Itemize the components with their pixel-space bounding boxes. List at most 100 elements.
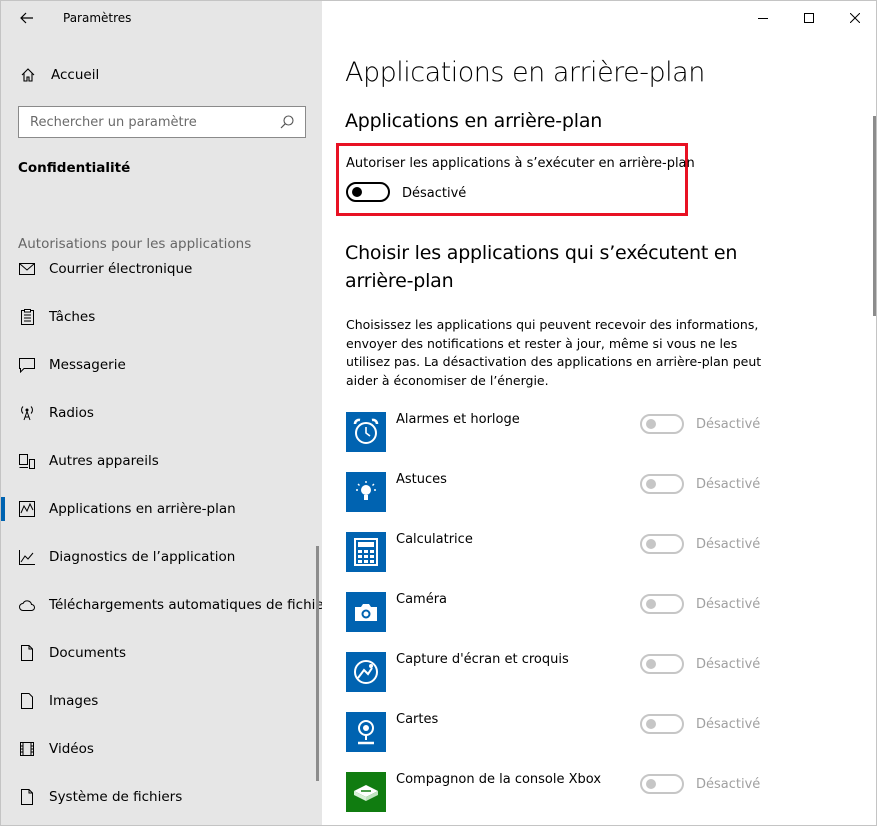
cloud-icon: [19, 597, 35, 613]
sidebar-item-label: Radios: [49, 405, 94, 421]
app-row-camera: Caméra Désactivé: [346, 592, 846, 632]
sidebar: Paramètres Accueil Confidentialité Autor…: [1, 1, 322, 825]
app-toggle[interactable]: [640, 594, 684, 614]
sidebar-item-label: Téléchargements automatiques de fichiers: [49, 597, 322, 613]
toggle-knob: [646, 419, 656, 429]
app-name: Caméra: [396, 592, 448, 607]
choose-apps-description: Choisissez les applications qui peuvent …: [346, 317, 762, 388]
toggle-knob: [646, 599, 656, 609]
minimize-button[interactable]: [740, 1, 786, 35]
sidebar-item-radios[interactable]: Radios: [1, 393, 322, 433]
sidebar-item-label: Tâches: [49, 309, 96, 325]
app-name: Alarmes et horloge: [396, 412, 520, 427]
app-row-calculator: Calculatrice Désactivé: [346, 532, 846, 572]
document-icon: [19, 645, 35, 661]
app-name: Capture d'écran et croquis: [396, 652, 569, 667]
sidebar-item-background-apps[interactable]: Applications en arrière-plan: [1, 489, 322, 529]
app-name: Compagnon de la console Xbox: [396, 772, 602, 787]
maps-icon: [346, 712, 386, 752]
app-state: Désactivé: [696, 597, 761, 612]
sidebar-item-images[interactable]: Images: [1, 681, 322, 721]
home-icon: [21, 68, 35, 82]
content-scrollbar[interactable]: [873, 116, 876, 316]
app-toggle[interactable]: [640, 714, 684, 734]
sidebar-item-diagnostics[interactable]: Diagnostics de l’application: [1, 537, 322, 577]
sidebar-scrollbar[interactable]: [316, 546, 319, 781]
page-title: Applications en arrière-plan: [345, 57, 705, 88]
maximize-icon: [804, 13, 814, 23]
allow-background-label: Autoriser les applications à s’exécuter …: [346, 156, 695, 171]
sidebar-item-label: Courrier électronique: [49, 261, 193, 277]
allow-background-toggle[interactable]: [346, 182, 390, 202]
app-state: Désactivé: [696, 477, 761, 492]
search-box[interactable]: [18, 106, 306, 138]
section-title: Confidentialité: [18, 160, 131, 176]
toggle-knob: [352, 187, 362, 197]
sidebar-item-label: Système de fichiers: [49, 789, 183, 805]
maximize-button[interactable]: [786, 1, 832, 35]
app-row-snip-sketch: Capture d'écran et croquis Désactivé: [346, 652, 846, 692]
app-toggle[interactable]: [640, 534, 684, 554]
sidebar-item-other-devices[interactable]: Autres appareils: [1, 441, 322, 481]
search-input[interactable]: [19, 114, 277, 130]
app-toggle[interactable]: [640, 474, 684, 494]
devices-icon: [19, 453, 35, 469]
sidebar-item-auto-downloads[interactable]: Téléchargements automatiques de fichiers: [1, 585, 322, 625]
app-row-alarms: Alarmes et horloge Désactivé: [346, 412, 846, 452]
toggle-knob: [646, 479, 656, 489]
sidebar-item-label: Diagnostics de l’application: [49, 549, 236, 565]
sidebar-item-label: Messagerie: [49, 357, 126, 373]
image-icon: [19, 693, 35, 709]
app-row-maps: Cartes Désactivé: [346, 712, 846, 752]
close-icon: [850, 13, 860, 23]
sidebar-item-filesystem[interactable]: Système de fichiers: [1, 777, 322, 817]
sidebar-item-home[interactable]: Accueil: [1, 59, 322, 91]
sidebar-item-messaging[interactable]: Messagerie: [1, 345, 322, 385]
toggle-knob: [646, 539, 656, 549]
messaging-icon: [19, 357, 35, 373]
app-state: Désactivé: [696, 777, 761, 792]
xbox-icon: [346, 772, 386, 812]
filesystem-icon: [19, 789, 35, 805]
caption-buttons: [740, 1, 876, 35]
home-label: Accueil: [51, 67, 100, 83]
toggle-knob: [646, 659, 656, 669]
calculator-icon: [346, 532, 386, 572]
app-state: Désactivé: [696, 717, 761, 732]
minimize-icon: [758, 18, 768, 19]
toggle-knob: [646, 779, 656, 789]
app-state: Désactivé: [696, 537, 761, 552]
app-toggle[interactable]: [640, 414, 684, 434]
app-row-tips: Astuces Désactivé: [346, 472, 846, 512]
app-toggle[interactable]: [640, 774, 684, 794]
sidebar-item-videos[interactable]: Vidéos: [1, 729, 322, 769]
sidebar-item-label: Autres appareils: [49, 453, 159, 469]
app-name: Cartes: [396, 712, 439, 727]
sidebar-item-tasks[interactable]: Tâches: [1, 297, 322, 337]
highlight-box: [336, 143, 688, 216]
sidebar-item-label: Applications en arrière-plan: [49, 501, 236, 517]
lightbulb-icon: [346, 472, 386, 512]
app-title: Paramètres: [63, 11, 132, 25]
choose-apps-title: Choisir les applications qui s’exécutent…: [345, 242, 738, 292]
settings-window: Paramètres Accueil Confidentialité Autor…: [0, 0, 877, 826]
app-row-xbox: Compagnon de la console Xbox Désactivé: [346, 772, 846, 812]
camera-icon: [346, 592, 386, 632]
alarm-clock-icon: [346, 412, 386, 452]
video-icon: [19, 741, 35, 757]
app-name: Astuces: [396, 472, 447, 487]
app-toggle[interactable]: [640, 654, 684, 674]
back-button[interactable]: [15, 7, 39, 29]
sidebar-item-label: Images: [49, 693, 99, 709]
toggle-knob: [646, 719, 656, 729]
sidebar-item-label: Documents: [49, 645, 126, 661]
allow-background-state: Désactivé: [402, 186, 467, 201]
group-header: Autorisations pour les applications: [18, 236, 308, 258]
sidebar-item-documents[interactable]: Documents: [1, 633, 322, 673]
radio-icon: [19, 405, 35, 421]
app-name: Calculatrice: [396, 532, 473, 547]
mail-icon: [19, 261, 35, 277]
close-button[interactable]: [832, 1, 876, 35]
tasks-icon: [19, 309, 35, 325]
search-icon[interactable]: [279, 114, 295, 130]
